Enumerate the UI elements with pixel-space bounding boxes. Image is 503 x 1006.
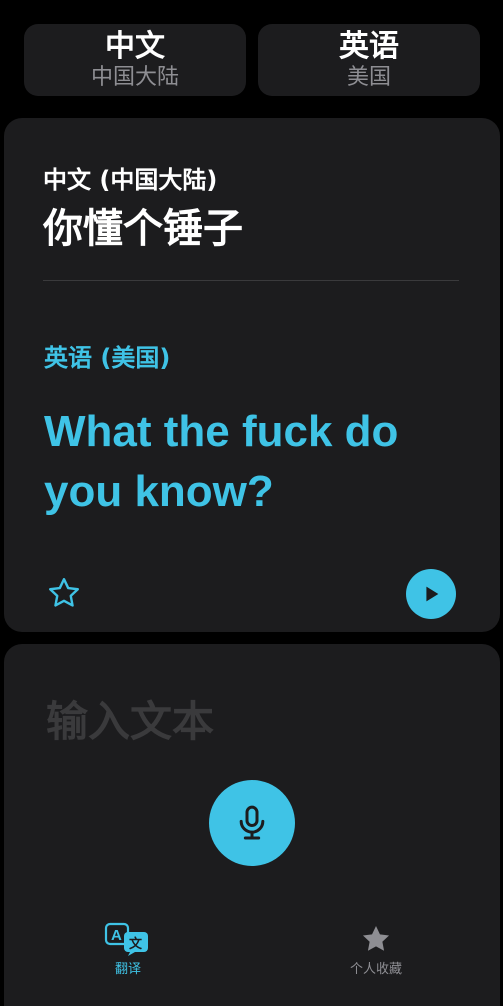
play-icon [426,586,439,602]
tab-favorites[interactable]: 个人收藏 [336,922,416,977]
star-icon [362,925,390,951]
source-text: 你懂个锤子 [43,206,243,252]
microphone-icon [239,805,265,840]
source-language-name: 中文 [105,29,165,64]
translated-text: What the fuck do you know? [44,407,399,516]
play-button[interactable] [406,569,456,619]
target-language-label: 英语 (美国) [44,344,171,372]
source-language-button[interactable]: 中文 中国大陆 [24,24,246,96]
tab-translate-label: 翻译 [114,962,141,977]
source-language-region: 中国大陆 [90,65,179,90]
star-outline-icon [49,578,79,607]
text-input-placeholder[interactable]: 输入文本 [46,688,214,749]
translate-icon: A 文 [104,922,148,956]
divider [43,280,459,281]
favorite-button[interactable] [46,575,82,611]
target-language-region: 美国 [346,65,391,90]
svg-text:A: A [111,927,122,944]
tab-translate[interactable]: A 文 翻译 [98,922,158,977]
source-language-label: 中文 (中国大陆) [43,166,218,194]
tab-favorites-label: 个人收藏 [349,962,402,977]
microphone-button[interactable] [209,780,295,866]
target-language-name: 英语 [339,29,399,64]
svg-text:文: 文 [129,936,143,952]
target-language-button[interactable]: 英语 美国 [258,24,480,96]
